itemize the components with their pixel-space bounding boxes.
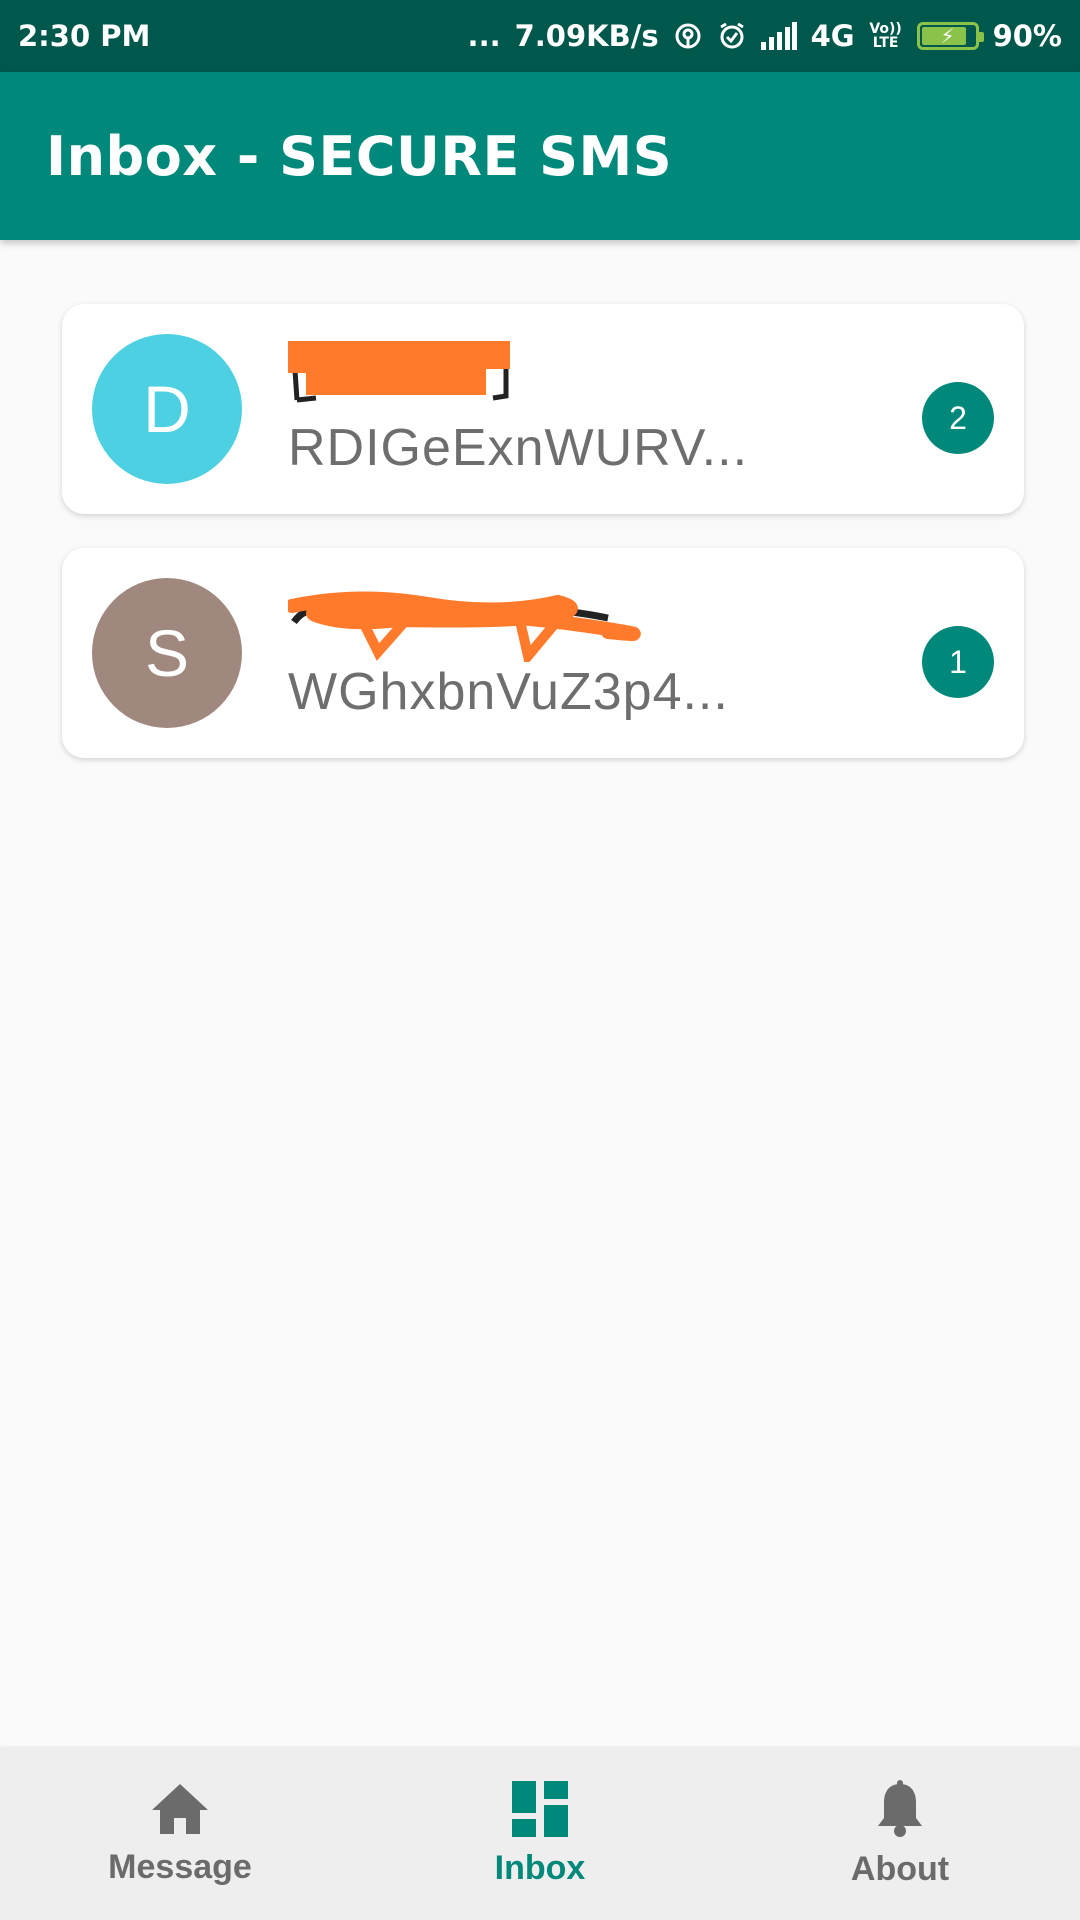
- status-icons: ... 7.09KB/s 4G Vo)) LTE ⚡ 90%: [468, 19, 1062, 53]
- nav-inbox[interactable]: Inbox: [390, 1748, 690, 1920]
- net-speed: 7.09KB/s: [514, 19, 659, 53]
- avatar: D: [92, 334, 242, 484]
- nav-message[interactable]: Message: [30, 1748, 330, 1920]
- conversation-item[interactable]: S WGhxbnVuZ3p4... 1: [62, 548, 1024, 758]
- battery-icon: ⚡: [916, 22, 984, 50]
- unread-count: 1: [949, 643, 967, 680]
- more-dots: ...: [467, 19, 501, 53]
- page-title: Inbox - SECURE SMS: [46, 124, 673, 188]
- home-icon: [150, 1782, 210, 1840]
- alarm-icon: [717, 21, 747, 51]
- message-preview: WGhxbnVuZ3p4...: [288, 663, 729, 721]
- sender-name: [288, 582, 668, 662]
- nav-about[interactable]: About: [750, 1748, 1050, 1920]
- avatar-initial: D: [143, 372, 191, 446]
- dashboard-icon: [512, 1780, 568, 1841]
- nav-inbox-label: Inbox: [494, 1848, 586, 1887]
- avatar: S: [92, 578, 242, 728]
- volte-indicator: Vo)) LTE: [869, 21, 902, 51]
- unread-count-badge: 1: [922, 626, 994, 698]
- signal-icon: [760, 22, 797, 50]
- redaction-mark: [288, 341, 510, 403]
- message-preview: RDIGeExnWURV...: [288, 419, 749, 477]
- sender-name: [288, 338, 668, 404]
- conversation-item[interactable]: D RDIGeExnWURV... 2: [62, 304, 1024, 514]
- nav-about-label: About: [850, 1849, 950, 1888]
- status-bar: 2:30 PM ... 7.09KB/s 4G Vo)) LTE ⚡ 90%: [0, 0, 1080, 72]
- bell-icon: [875, 1779, 925, 1842]
- unread-count: 2: [949, 399, 967, 436]
- nav-message-label: Message: [108, 1847, 252, 1886]
- avatar-initial: S: [144, 616, 190, 690]
- hotspot-icon: [673, 21, 703, 51]
- app-bar: Inbox - SECURE SMS: [0, 72, 1080, 240]
- bottom-navigation: Message Inbox About: [0, 1748, 1080, 1920]
- network-type: 4G: [810, 19, 855, 53]
- battery-percent: 90%: [992, 19, 1062, 53]
- conversation-list: D RDIGeExnWURV... 2 S WGhxbnVuZ3p4... 1: [62, 304, 1024, 792]
- redaction-mark: [288, 591, 641, 662]
- status-time: 2:30 PM: [18, 19, 151, 53]
- unread-count-badge: 2: [922, 382, 994, 454]
